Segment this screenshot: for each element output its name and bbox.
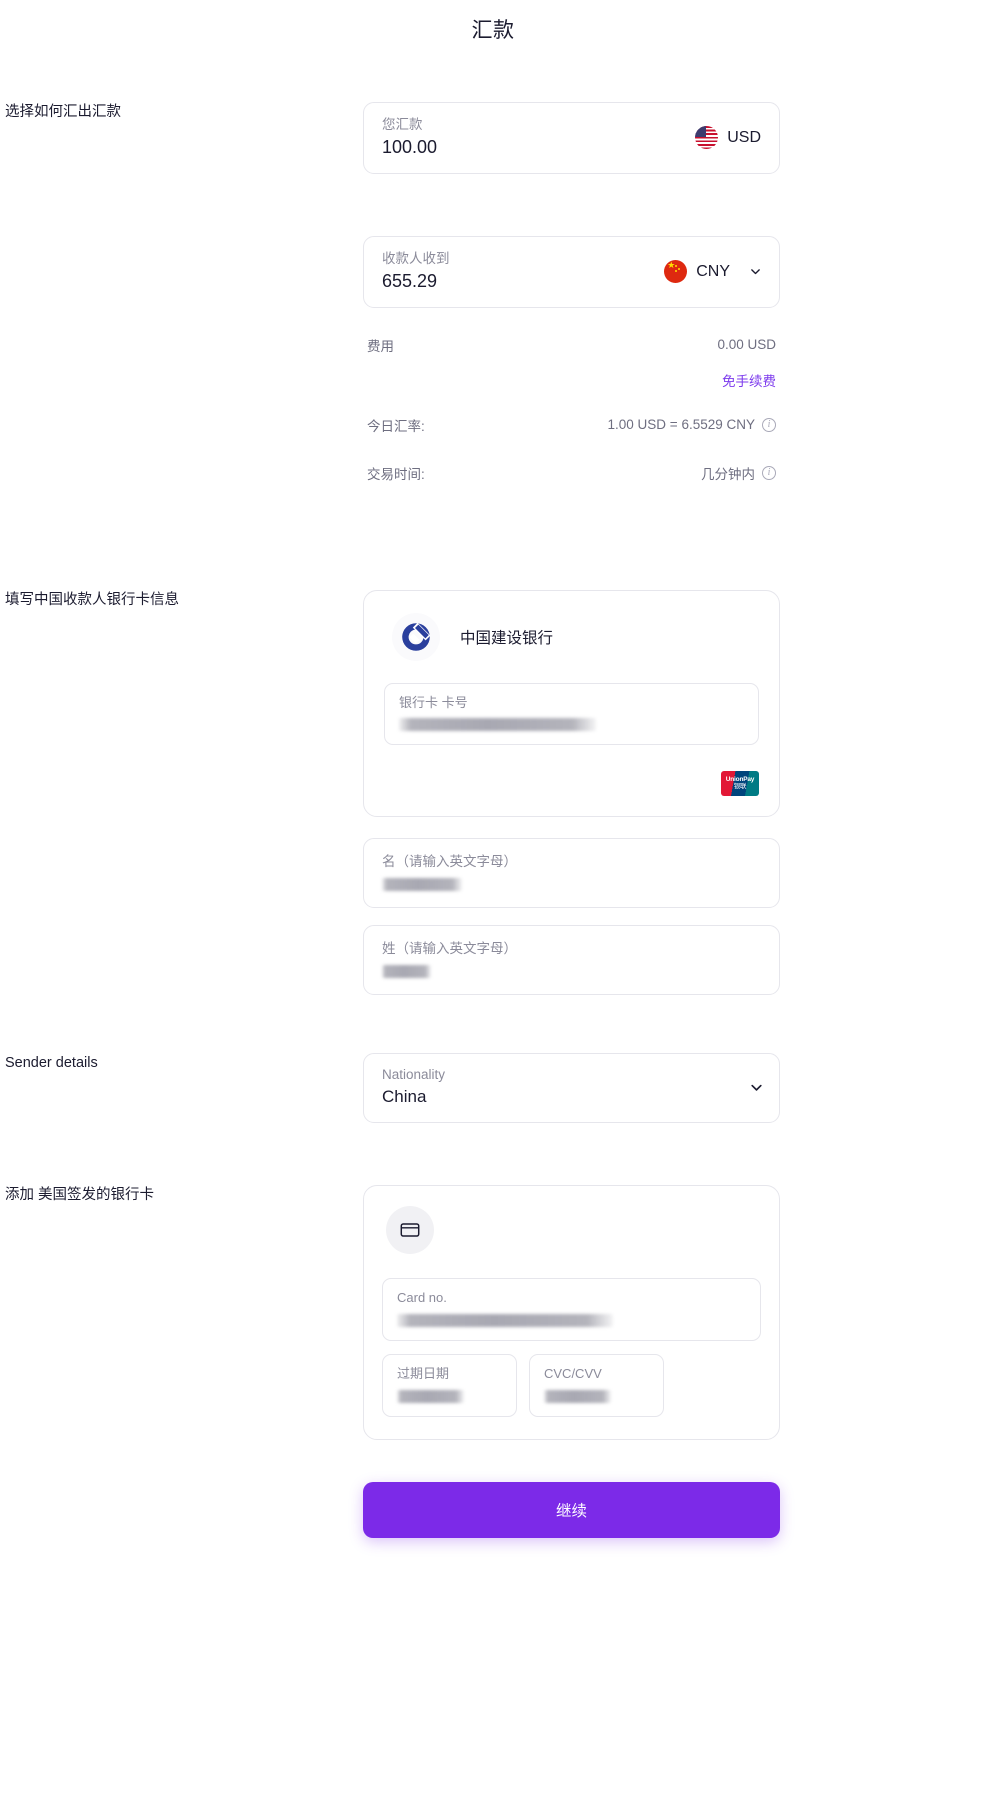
you-send-stack: 您汇款 100.00 (382, 117, 437, 159)
source-currency-code: USD (727, 128, 761, 146)
recipient-gets-amount[interactable]: 655.29 (382, 271, 450, 293)
card-cvc-value[interactable] (544, 1389, 612, 1403)
section-label-add-card: 添加 美国签发的银行卡 (5, 1187, 155, 1204)
card-number-value[interactable] (397, 1314, 614, 1328)
recipient-last-name-value[interactable] (382, 964, 432, 978)
fee-summary: 费用 0.00 USD 免手续费 今日汇率: 1.00 USD = 6.5529… (363, 332, 780, 486)
source-currency-selector[interactable]: USD (695, 126, 761, 150)
section-sender-details: Sender details Nationality China (0, 1052, 986, 1124)
add-card-body: Card no. 过期日期 CVC/CVV 继续 (363, 1185, 780, 1538)
delivery-time-row: 交易时间: 几分钟内 i (367, 460, 776, 486)
recipient-first-name-label: 名（请输入英文字母） (382, 854, 517, 870)
bank-card-number-label: 银行卡 卡号 (399, 694, 468, 710)
page-title: 汇款 (471, 19, 515, 42)
card-network-row: UnionPay 银联 (384, 771, 759, 797)
fee-row: 费用 0.00 USD (367, 332, 776, 358)
bank-card-number-field[interactable]: 银行卡 卡号 (384, 682, 759, 746)
delivery-time-group: 几分钟内 i (701, 463, 776, 483)
send-method-body: 您汇款 100.00 USD 收款人收到 655.29 CNY (363, 102, 780, 486)
chevron-down-icon[interactable] (750, 266, 761, 277)
ccb-logo-icon (392, 612, 440, 661)
fee-label: 费用 (367, 338, 394, 354)
sender-details-body: Nationality China (363, 1052, 780, 1124)
recipient-first-name-field[interactable]: 名（请输入英文字母） (363, 838, 780, 908)
continue-wrap: 继续 (363, 1481, 780, 1538)
delivery-time-info-icon[interactable]: i (762, 465, 776, 480)
fee-value: 0.00 USD (717, 337, 776, 353)
nationality-label: Nationality (382, 1066, 446, 1082)
card-number-field[interactable]: Card no. (382, 1278, 761, 1342)
bank-card-number-value[interactable] (399, 718, 596, 732)
bank-card-panel: 中国建设银行 银行卡 卡号 UnionPay 银联 (363, 589, 780, 818)
unionpay-logo-icon: UnionPay 银联 (721, 771, 759, 797)
target-currency-selector[interactable]: CNY (664, 260, 761, 284)
delivery-time-value: 几分钟内 (701, 466, 755, 482)
you-send-label: 您汇款 (382, 117, 423, 132)
target-currency-code: CNY (696, 262, 730, 280)
you-send-field[interactable]: 您汇款 100.00 USD (363, 102, 780, 174)
recipient-gets-stack: 收款人收到 655.29 (382, 251, 450, 293)
rate-value: 1.00 USD = 6.5529 CNY (607, 417, 755, 433)
nationality-value: China (382, 1086, 427, 1106)
unionpay-logo-cn: 银联 (733, 782, 747, 790)
section-add-card: 添加 美国签发的银行卡 Card no. 过期日期 CVC/CVV 继续 (0, 1185, 986, 1538)
recipient-first-name-value[interactable] (382, 878, 462, 891)
card-expiry-cvc-row: 过期日期 CVC/CVV (382, 1354, 761, 1417)
card-expiry-value[interactable] (397, 1389, 465, 1403)
delivery-time-label: 交易时间: (367, 466, 425, 482)
bank-header[interactable]: 中国建设银行 (384, 612, 759, 661)
section-label-recipient-bank: 填写中国收款人银行卡信息 (5, 591, 179, 608)
section-label-sender-details: Sender details (5, 1054, 98, 1071)
remittance-page: 汇款 选择如何汇出汇款 您汇款 100.00 USD 收款人收到 655.29 (0, 0, 986, 1810)
add-card-panel: Card no. 过期日期 CVC/CVV (363, 1185, 780, 1440)
card-expiry-field[interactable]: 过期日期 (382, 1354, 517, 1417)
fee-free-note[interactable]: 免手续费 (367, 370, 776, 390)
nationality-select[interactable]: Nationality China (363, 1052, 780, 1124)
unionpay-logo-text: UnionPay 银联 (726, 776, 755, 791)
section-recipient-bank: 填写中国收款人银行卡信息 中国建设银行 银行卡 卡号 UnionPay 银联 名… (0, 589, 986, 995)
section-label-send-method: 选择如何汇出汇款 (5, 104, 121, 120)
cn-flag-icon (664, 260, 688, 284)
card-number-label: Card no. (397, 1290, 447, 1306)
credit-card-icon (386, 1206, 434, 1255)
bank-name: 中国建设银行 (460, 629, 554, 647)
recipient-last-name-field[interactable]: 姓（请输入英文字母） (363, 925, 780, 995)
card-expiry-label: 过期日期 (397, 1366, 450, 1382)
recipient-bank-body: 中国建设银行 银行卡 卡号 UnionPay 银联 名（请输入英文字母） 姓（请… (363, 589, 780, 995)
rate-value-group: 1.00 USD = 6.5529 CNY i (608, 417, 776, 432)
section-send-method: 选择如何汇出汇款 您汇款 100.00 USD 收款人收到 655.29 ★ C… (0, 102, 986, 486)
recipient-gets-label: 收款人收到 (382, 250, 450, 266)
nationality-stack: Nationality China (382, 1067, 445, 1108)
us-flag-icon (695, 126, 719, 150)
card-cvc-label: CVC/CVV (544, 1366, 602, 1382)
rate-row: 今日汇率: 1.00 USD = 6.5529 CNY i (367, 412, 776, 438)
card-cvc-field[interactable]: CVC/CVV (529, 1354, 664, 1417)
rate-label: 今日汇率: (367, 418, 425, 434)
chevron-down-icon[interactable] (750, 1081, 762, 1092)
continue-button[interactable]: 继续 (363, 1481, 780, 1538)
recipient-gets-field[interactable]: 收款人收到 655.29 CNY (363, 235, 780, 308)
recipient-last-name-label: 姓（请输入英文字母） (382, 941, 517, 956)
spacer-send (363, 174, 780, 236)
you-send-amount[interactable]: 100.00 (382, 137, 437, 159)
rate-info-icon[interactable]: i (762, 417, 776, 432)
